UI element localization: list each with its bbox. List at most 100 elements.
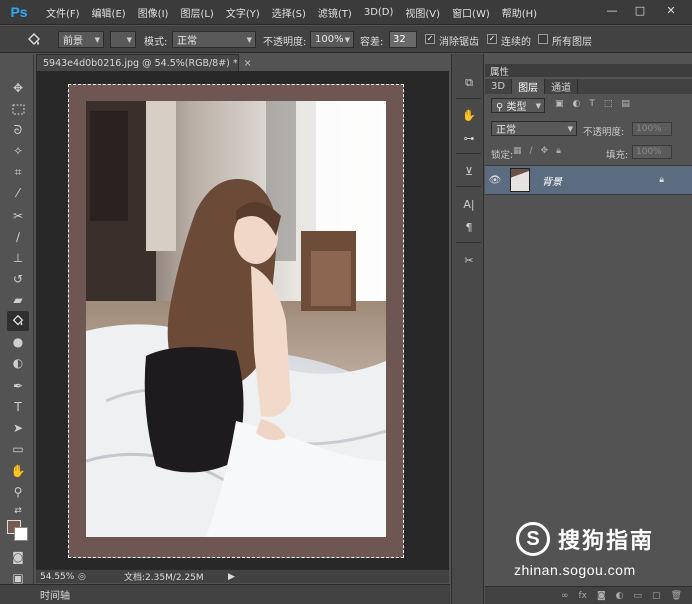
- all-layers-checkbox[interactable]: [538, 34, 548, 44]
- brush-tool-icon[interactable]: ∕: [7, 227, 29, 247]
- history-brush-tool-icon[interactable]: ↺: [7, 269, 29, 289]
- layer-name[interactable]: 背景: [542, 173, 562, 188]
- tolerance-input[interactable]: 32: [389, 31, 417, 48]
- mode-label: 模式:: [144, 37, 168, 48]
- clone-stamp-tool-icon[interactable]: ⊥: [7, 248, 29, 268]
- crop-tool-icon[interactable]: ⌗: [7, 162, 29, 182]
- menu-edit[interactable]: 编辑(E): [86, 5, 132, 20]
- character-panel-icon[interactable]: A|: [458, 195, 480, 213]
- mode-select[interactable]: 正常 ▼: [172, 31, 256, 48]
- layer-filter-select[interactable]: ⚲ 类型 ▼: [491, 98, 545, 113]
- lock-all-icon[interactable]: 🔒︎: [556, 146, 561, 156]
- layer-style-icon[interactable]: fx: [578, 591, 587, 601]
- blend-mode-select[interactable]: 正常 ▼: [491, 121, 577, 136]
- blend-mode-value: 正常: [496, 125, 516, 136]
- menu-file[interactable]: 文件(F): [40, 5, 86, 20]
- background-color-swatch[interactable]: [14, 527, 28, 541]
- menu-window[interactable]: 窗口(W): [446, 5, 496, 20]
- marquee-tool-icon[interactable]: [7, 99, 29, 119]
- lock-transparency-icon[interactable]: ▦: [513, 146, 522, 156]
- type-tool-icon[interactable]: T: [7, 397, 29, 417]
- healing-brush-tool-icon[interactable]: ✂: [7, 206, 29, 226]
- smart-object-filter-icon[interactable]: ▤: [621, 99, 630, 109]
- new-layer-icon[interactable]: ▢: [652, 591, 661, 601]
- close-tab-icon[interactable]: ×: [244, 58, 252, 69]
- type-filter-icon[interactable]: T: [589, 99, 595, 109]
- menu-filter[interactable]: 滤镜(T): [312, 5, 358, 20]
- magic-wand-tool-icon[interactable]: ✧: [7, 141, 29, 161]
- menu-layer[interactable]: 图层(L): [174, 5, 219, 20]
- menu-type[interactable]: 文字(Y): [220, 5, 266, 20]
- layers-panel: ⚲ 类型 ▼ ▣ ◐ T ⬚ ▤ 正常 ▼ 不透明度: 100% 锁定: ▦ ∕…: [485, 94, 692, 604]
- properties-panel-tab[interactable]: 属性: [485, 64, 692, 78]
- lock-pixels-icon[interactable]: ∕: [530, 146, 533, 156]
- zoom-level[interactable]: 54.55%: [36, 572, 78, 582]
- layer-opacity-label: 不透明度:: [583, 127, 625, 138]
- minimize-button[interactable]: —: [599, 2, 625, 19]
- tab-layers[interactable]: 图层: [512, 79, 546, 94]
- menu-help[interactable]: 帮助(H): [496, 5, 543, 20]
- fill-source-select[interactable]: 前景 ▼: [58, 31, 104, 48]
- lock-label: 锁定:: [491, 150, 514, 161]
- tab-channels[interactable]: 通道: [545, 79, 579, 94]
- pattern-picker[interactable]: ▼: [110, 31, 136, 48]
- antialias-checkbox[interactable]: ✓: [425, 34, 435, 44]
- layer-row-background[interactable]: 👁︎ 背景 🔒︎: [485, 165, 692, 195]
- eye-icon[interactable]: 👁︎: [485, 175, 505, 186]
- lock-position-icon[interactable]: ✥: [541, 146, 549, 156]
- layer-opacity-field[interactable]: 100%: [632, 122, 672, 136]
- menu-3d[interactable]: 3D(D): [358, 7, 400, 18]
- shape-filter-icon[interactable]: ⬚: [604, 99, 613, 109]
- document-tab[interactable]: 5943e4d0b0216.jpg @ 54.5%(RGB/8#) * ×: [36, 54, 252, 71]
- close-button[interactable]: ✕: [655, 2, 687, 19]
- layers-panel-group: 属性 3D 图层 通道 ⚲ 类型 ▼ ▣ ◐ T ⬚ ▤ 正常 ▼ 不透明度: …: [485, 54, 692, 604]
- new-group-icon[interactable]: ▭: [634, 591, 643, 601]
- paint-bucket-preset-icon[interactable]: [20, 31, 48, 49]
- paint-bucket-tool-icon[interactable]: [7, 311, 29, 331]
- lasso-tool-icon[interactable]: ᘐ: [7, 120, 29, 140]
- antialias-label: 消除锯齿: [439, 37, 479, 48]
- add-mask-icon[interactable]: ◙: [597, 591, 606, 601]
- zoom-tool-icon[interactable]: ⚲: [7, 482, 29, 502]
- quick-mask-icon[interactable]: ◙: [7, 547, 29, 567]
- eraser-tool-icon[interactable]: ▰: [7, 290, 29, 310]
- brush-presets-panel-icon[interactable]: ⊻: [458, 162, 480, 180]
- layer-thumbnail: [510, 168, 530, 192]
- hand-tool-icon[interactable]: ✋: [7, 461, 29, 481]
- blur-tool-icon[interactable]: ●: [7, 332, 29, 352]
- adjustments-panel-icon[interactable]: ⊶: [458, 129, 480, 147]
- opacity-field[interactable]: 100% ▼: [310, 31, 354, 48]
- path-selection-tool-icon[interactable]: ➤: [7, 418, 29, 438]
- opacity-value: 100%: [315, 34, 344, 45]
- options-bar: 前景 ▼ ▼ 模式: 正常 ▼ 不透明度: 100% ▼ 容差: 32 ✓ 消除…: [0, 26, 692, 53]
- swap-colors-icon[interactable]: ⇄: [7, 501, 29, 521]
- link-layers-icon[interactable]: ∞: [561, 591, 569, 601]
- dodge-tool-icon[interactable]: ◐: [7, 353, 29, 373]
- pixel-filter-icon[interactable]: ▣: [555, 99, 564, 109]
- delete-layer-icon[interactable]: 🗑︎: [671, 591, 682, 601]
- menu-select[interactable]: 选择(S): [266, 5, 312, 20]
- adjustment-filter-icon[interactable]: ◐: [573, 99, 581, 109]
- contiguous-checkbox[interactable]: ✓: [487, 34, 497, 44]
- move-tool-icon[interactable]: ✥: [7, 78, 29, 98]
- actions-panel-icon[interactable]: ✋: [458, 106, 480, 124]
- history-panel-icon[interactable]: ⧉: [458, 74, 480, 92]
- chevron-down-icon: ▼: [246, 35, 252, 44]
- menu-view[interactable]: 视图(V): [399, 5, 446, 20]
- status-info-icon[interactable]: ◎: [78, 572, 92, 582]
- chevron-down-icon: ▼: [94, 35, 100, 44]
- adjustment-layer-icon[interactable]: ◐: [616, 591, 624, 601]
- tool-presets-panel-icon[interactable]: ✂: [458, 251, 480, 269]
- pen-tool-icon[interactable]: ✒: [7, 376, 29, 396]
- eyedropper-tool-icon[interactable]: ⁄: [7, 183, 29, 203]
- status-menu-arrow-icon[interactable]: ▶: [228, 572, 235, 582]
- timeline-panel-tab[interactable]: 时间轴: [0, 584, 450, 604]
- tab-3d[interactable]: 3D: [485, 79, 513, 94]
- menu-image[interactable]: 图像(I): [132, 5, 175, 20]
- layer-filter-icons: ▣ ◐ T ⬚ ▤: [555, 99, 630, 109]
- fill-field[interactable]: 100%: [632, 145, 672, 159]
- opacity-label: 不透明度:: [263, 37, 307, 48]
- maximize-button[interactable]: □: [627, 2, 653, 19]
- shape-tool-icon[interactable]: ▭: [7, 439, 29, 459]
- paragraph-panel-icon[interactable]: ¶: [458, 218, 480, 236]
